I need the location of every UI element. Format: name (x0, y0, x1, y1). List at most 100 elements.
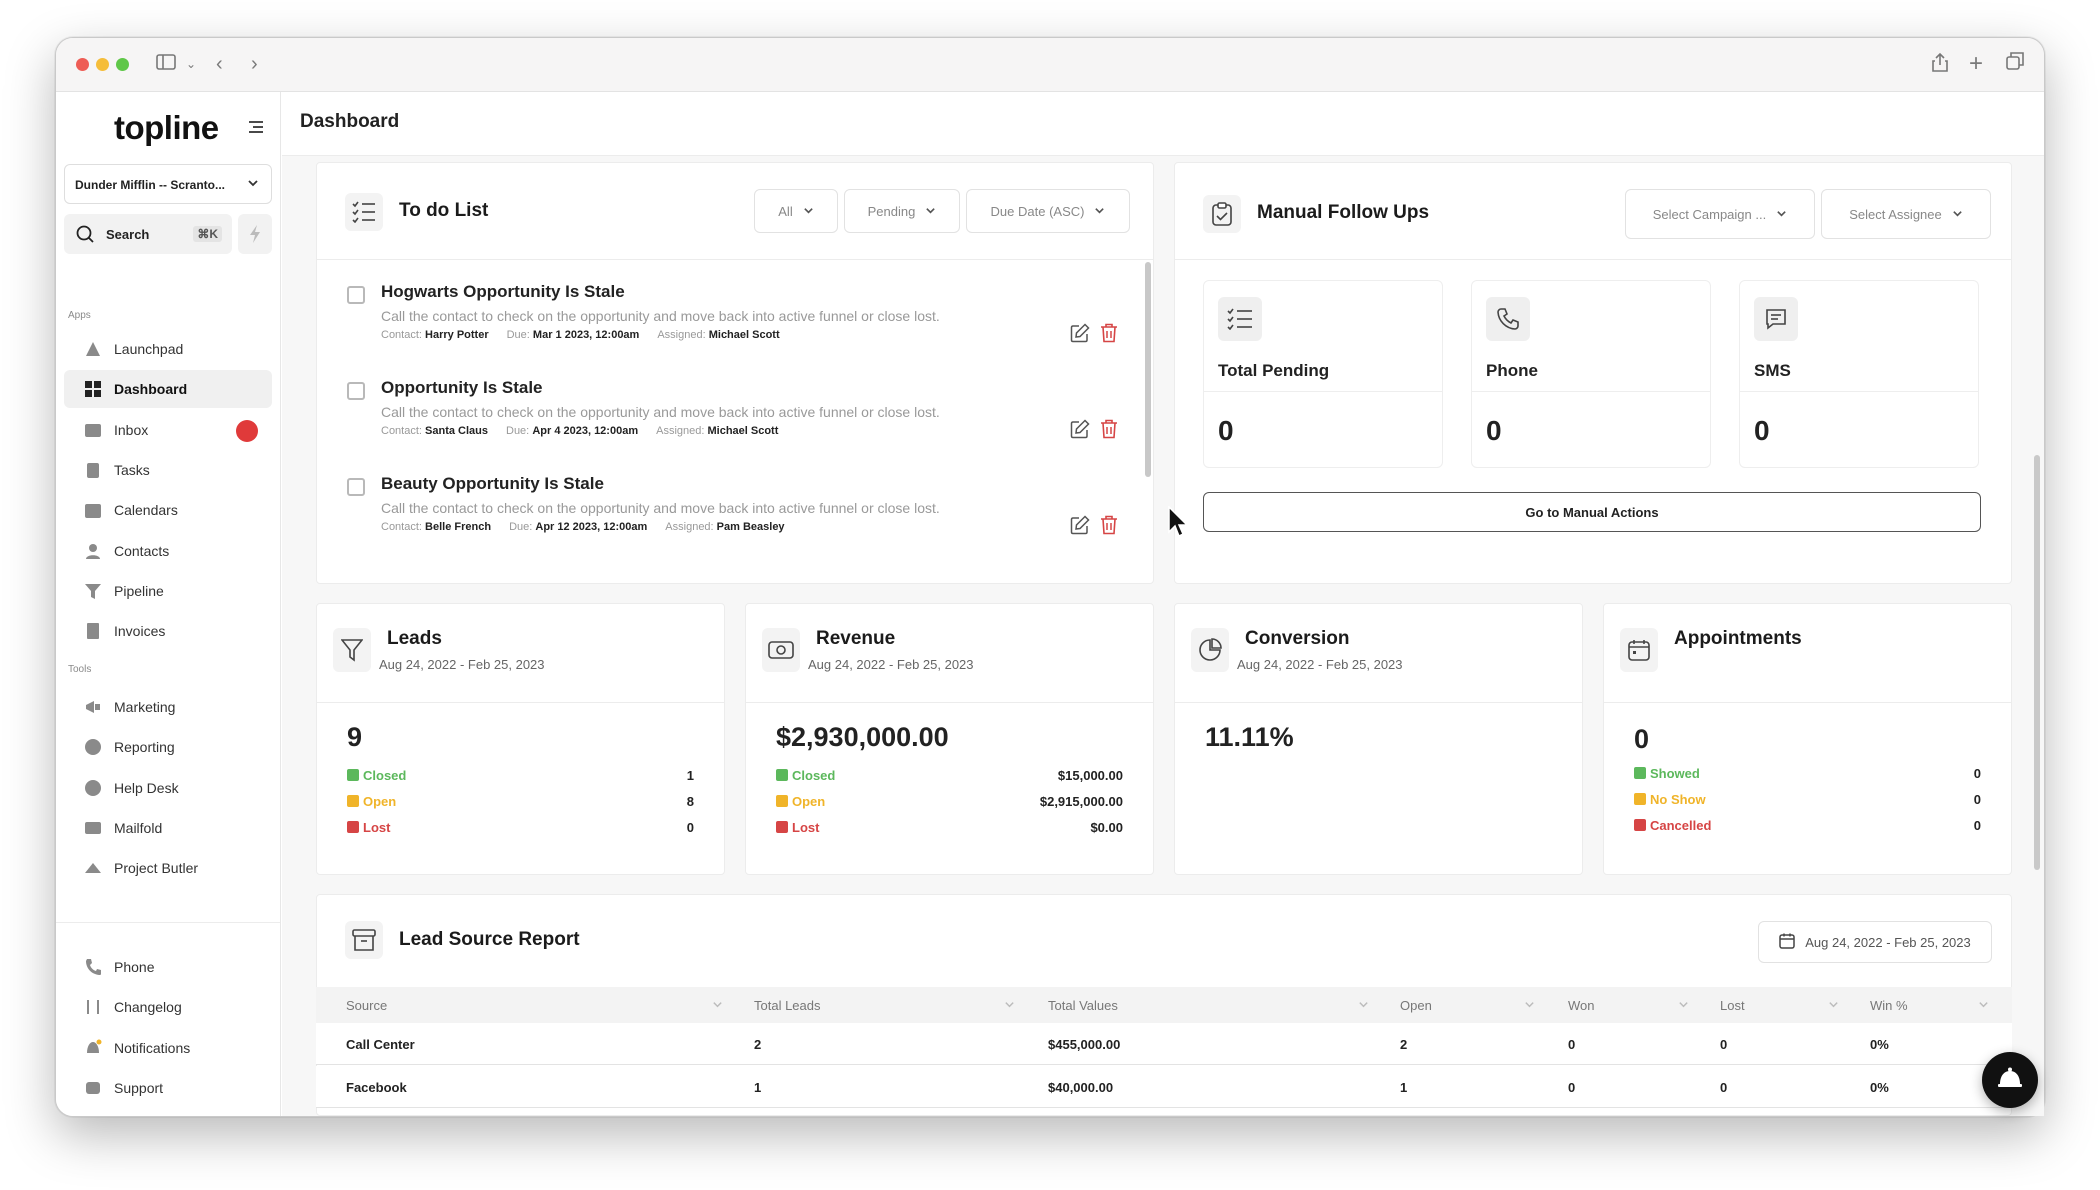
chevron-down-icon (1094, 204, 1105, 219)
trash-icon[interactable] (1100, 515, 1118, 540)
sidebar-item-tasks[interactable]: Tasks (64, 451, 272, 489)
followups-title: Manual Follow Ups (1257, 202, 1430, 223)
todo-checkbox[interactable] (347, 478, 365, 496)
trash-icon[interactable] (1100, 323, 1118, 348)
leads-value: 9 (347, 722, 363, 752)
todo-scrollbar[interactable] (1145, 262, 1151, 477)
search-shortcut: ⌘K (193, 226, 222, 242)
sidebar-item-pipeline[interactable]: Pipeline (64, 572, 272, 610)
column-header-total-leads[interactable]: Total Leads (754, 998, 821, 1013)
account-switcher[interactable]: Dunder Mifflin -- Scranto... (64, 164, 272, 204)
noshow-value: 0 (1973, 792, 1981, 807)
sidebar-item-launchpad[interactable]: Launchpad (64, 330, 272, 368)
sidebar-item-invoices[interactable]: Invoices (64, 612, 272, 650)
go-to-manual-actions-button[interactable]: Go to Manual Actions (1203, 492, 1981, 532)
sidebar-search-button[interactable]: Search ⌘K (64, 214, 232, 254)
sort-chevron-icon[interactable] (712, 997, 723, 1015)
sidebar-item-inbox[interactable]: Inbox (64, 411, 272, 449)
phone-icon (1486, 297, 1530, 341)
pie-chart-icon (84, 738, 102, 756)
todo-filter-all[interactable]: All (754, 189, 838, 233)
mouse-cursor-icon (1168, 505, 1190, 543)
close-window-button[interactable] (76, 58, 89, 71)
lead-source-date-picker[interactable]: Aug 24, 2022 - Feb 25, 2023 (1758, 921, 1992, 963)
appointments-title: Appointments (1674, 628, 1802, 649)
share-icon[interactable] (1932, 52, 1948, 78)
due-label: Due: (506, 329, 530, 341)
followup-phone-card[interactable]: Phone 0 (1471, 280, 1711, 468)
table-row[interactable]: Call Center 2 $455,000.00 2 0 0 0% (316, 1023, 2012, 1065)
column-header-lost[interactable]: Lost (1720, 998, 1745, 1013)
sort-chevron-icon[interactable] (1978, 997, 1989, 1015)
filter-all-label: All (778, 203, 793, 219)
sidebar-item-project-butler[interactable]: Project Butler (64, 849, 272, 887)
edit-icon[interactable] (1070, 515, 1090, 540)
mail-icon (84, 819, 102, 837)
todo-sort-select[interactable]: Due Date (ASC) (966, 189, 1130, 233)
sort-chevron-icon[interactable] (1678, 997, 1689, 1015)
sidebar-toggle-icon[interactable] (156, 52, 176, 76)
column-header-open[interactable]: Open (1400, 998, 1432, 1013)
todo-assignee: Michael Scott (707, 425, 779, 437)
tabs-overview-icon[interactable] (2006, 52, 2024, 76)
collapse-sidebar-icon[interactable] (248, 120, 264, 139)
quick-action-button[interactable] (238, 214, 272, 254)
sidebar-item-dashboard[interactable]: Dashboard (64, 370, 272, 409)
todo-contact[interactable]: Santa Claus (425, 425, 488, 437)
column-header-source[interactable]: Source (346, 998, 387, 1013)
lost-swatch (776, 821, 788, 833)
chevron-down-icon[interactable]: ⌄ (186, 52, 196, 76)
todo-item-title[interactable]: Hogwarts Opportunity Is Stale (381, 282, 625, 302)
sidebar-item-help-desk[interactable]: Help Desk (64, 769, 272, 807)
revenue-lost-row: Lost $0.00 (776, 820, 1123, 838)
filter-status-label: Pending (867, 203, 916, 219)
sidebar-item-profile[interactable]: Profile (64, 1109, 272, 1116)
sidebar-item-phone[interactable]: Phone (64, 948, 272, 986)
date-range-label: Aug 24, 2022 - Feb 25, 2023 (1805, 934, 1971, 950)
closed-swatch (347, 769, 359, 781)
sidebar-item-notifications[interactable]: Notifications (64, 1029, 272, 1067)
todo-checkbox[interactable] (347, 382, 365, 400)
showed-value: 0 (1973, 766, 1981, 781)
sidebar-item-reporting[interactable]: Reporting (64, 728, 272, 766)
assignee-select[interactable]: Select Assignee (1821, 189, 1991, 239)
back-icon[interactable]: ‹ (216, 52, 223, 76)
todo-filter-status[interactable]: Pending (844, 189, 960, 233)
edit-icon[interactable] (1070, 323, 1090, 348)
help-chat-button[interactable] (1982, 1052, 2038, 1108)
showed-label: Showed (1650, 766, 1700, 781)
todo-contact[interactable]: Harry Potter (425, 329, 489, 341)
sidebar-item-mailfold[interactable]: Mailfold (64, 809, 272, 847)
todo-checkbox[interactable] (347, 286, 365, 304)
sidebar-item-calendars[interactable]: Calendars (64, 491, 272, 529)
edit-icon[interactable] (1070, 419, 1090, 444)
sort-chevron-icon[interactable] (1358, 997, 1369, 1015)
column-header-win-percent[interactable]: Win % (1870, 998, 1908, 1013)
sidebar-item-marketing[interactable]: Marketing (64, 688, 272, 726)
todo-item-title[interactable]: Beauty Opportunity Is Stale (381, 474, 604, 494)
sort-chevron-icon[interactable] (1004, 997, 1015, 1015)
campaign-select[interactable]: Select Campaign ... (1625, 189, 1815, 239)
followup-total-pending-card[interactable]: Total Pending 0 (1203, 280, 1443, 468)
page-scrollbar[interactable] (2034, 455, 2040, 870)
forward-icon[interactable]: › (251, 52, 258, 76)
sort-chevron-icon[interactable] (1524, 997, 1535, 1015)
conversion-value: 11.11% (1205, 722, 1294, 752)
sidebar-item-contacts[interactable]: Contacts (64, 532, 272, 570)
new-tab-icon[interactable]: + (1969, 52, 1983, 76)
todo-contact[interactable]: Belle French (425, 521, 491, 533)
app-logo[interactable]: topline (114, 109, 219, 147)
sidebar-item-support[interactable]: Support (64, 1069, 272, 1107)
maximize-window-button[interactable] (116, 58, 129, 71)
sort-chevron-icon[interactable] (1828, 997, 1839, 1015)
table-row[interactable]: Facebook 1 $40,000.00 1 0 0 0% (316, 1066, 2012, 1108)
todo-item-title[interactable]: Opportunity Is Stale (381, 378, 543, 398)
open-swatch (347, 795, 359, 807)
open-label: Open (792, 794, 826, 809)
followup-sms-card[interactable]: SMS 0 (1739, 280, 1979, 468)
sidebar-item-changelog[interactable]: Changelog (64, 988, 272, 1026)
trash-icon[interactable] (1100, 419, 1118, 444)
minimize-window-button[interactable] (96, 58, 109, 71)
column-header-won[interactable]: Won (1568, 998, 1595, 1013)
column-header-total-values[interactable]: Total Values (1048, 998, 1118, 1013)
